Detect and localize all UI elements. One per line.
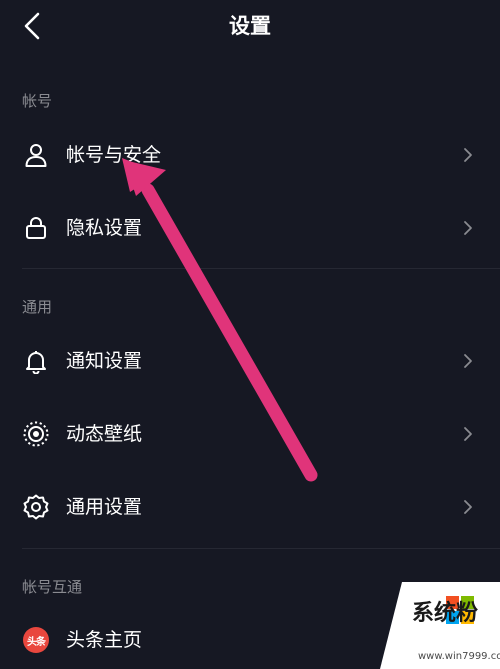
chevron-right-icon bbox=[460, 497, 476, 517]
settings-item-account-security[interactable]: 帐号与安全 bbox=[0, 127, 500, 183]
chevron-right-icon bbox=[460, 145, 476, 165]
chevron-right-icon bbox=[460, 424, 476, 444]
header: 设置 bbox=[0, 0, 500, 56]
section-label-account: 帐号 bbox=[22, 92, 53, 110]
settings-item-label: 头条主页 bbox=[66, 629, 143, 651]
settings-item-general[interactable]: 通用设置 bbox=[0, 479, 500, 535]
gear-icon bbox=[22, 493, 50, 521]
toutiao-icon: 头条 bbox=[22, 626, 50, 654]
settings-item-label: 动态壁纸 bbox=[66, 423, 143, 445]
settings-item-notifications[interactable]: 通知设置 bbox=[0, 333, 500, 389]
section-divider bbox=[22, 548, 500, 549]
chevron-right-icon bbox=[460, 218, 476, 238]
section-label-account-interop: 帐号互通 bbox=[22, 578, 83, 596]
settings-item-live-wallpaper[interactable]: 动态壁纸 bbox=[0, 406, 500, 462]
watermark-url: www.win7999.com bbox=[418, 651, 500, 662]
bell-icon bbox=[22, 347, 50, 375]
settings-item-label: 隐私设置 bbox=[66, 217, 143, 239]
section-label-general: 通用 bbox=[22, 298, 53, 316]
settings-item-label: 通用设置 bbox=[66, 496, 143, 518]
section-divider bbox=[22, 268, 500, 269]
live-wallpaper-icon bbox=[22, 420, 50, 448]
settings-item-label: 通知设置 bbox=[66, 350, 143, 372]
watermark-brand: 系统粉 bbox=[412, 601, 479, 626]
toutiao-badge: 头条 bbox=[23, 627, 49, 653]
settings-item-label: 帐号与安全 bbox=[66, 144, 162, 166]
lock-icon bbox=[22, 214, 50, 242]
chevron-right-icon bbox=[460, 351, 476, 371]
user-icon bbox=[22, 141, 50, 169]
page-title: 设置 bbox=[229, 14, 271, 38]
settings-item-privacy[interactable]: 隐私设置 bbox=[0, 200, 500, 256]
